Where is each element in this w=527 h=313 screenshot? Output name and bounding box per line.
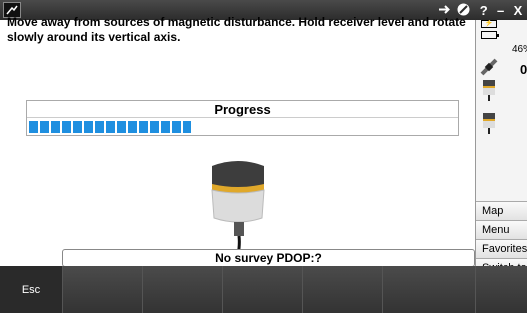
progress-panel: Progress — [26, 100, 459, 136]
close-button[interactable]: X — [514, 3, 523, 18]
softkey[interactable] — [302, 266, 382, 313]
battery-icon — [481, 31, 499, 39]
softkey[interactable] — [382, 266, 475, 313]
menu-button[interactable]: Menu — [476, 220, 527, 239]
progress-bar — [28, 120, 457, 134]
progress-label: Progress — [27, 101, 458, 118]
softkey[interactable] — [475, 266, 527, 313]
receiver-status-icon[interactable] — [482, 112, 496, 134]
satellite-icon[interactable] — [480, 58, 498, 76]
receiver-status-icon[interactable] — [482, 79, 496, 101]
instruction-text: Move away from sources of magnetic distu… — [7, 15, 466, 44]
window-controls: ? – X — [475, 0, 527, 20]
softkey[interactable] — [222, 266, 302, 313]
status-line: No survey PDOP:? — [62, 249, 475, 267]
progress-fill — [29, 121, 191, 133]
favorites-button[interactable]: Favorites — [476, 239, 527, 258]
battery-percentage: 46% — [512, 44, 527, 55]
softkey[interactable] — [62, 266, 142, 313]
help-button[interactable]: ? — [480, 3, 488, 18]
softkey[interactable] — [142, 266, 222, 313]
minimize-button[interactable]: – — [497, 3, 504, 18]
satellite-count: 0 — [520, 62, 527, 77]
receiver-icon — [206, 156, 270, 257]
esc-button[interactable]: Esc — [0, 266, 62, 313]
status-panel: ⚡ 46% 0 Map Menu Favorites Switch to — [475, 20, 527, 278]
softkey-bar: Esc — [0, 266, 527, 313]
charge-icon: ⚡ — [481, 20, 497, 28]
map-button[interactable]: Map — [476, 201, 527, 220]
